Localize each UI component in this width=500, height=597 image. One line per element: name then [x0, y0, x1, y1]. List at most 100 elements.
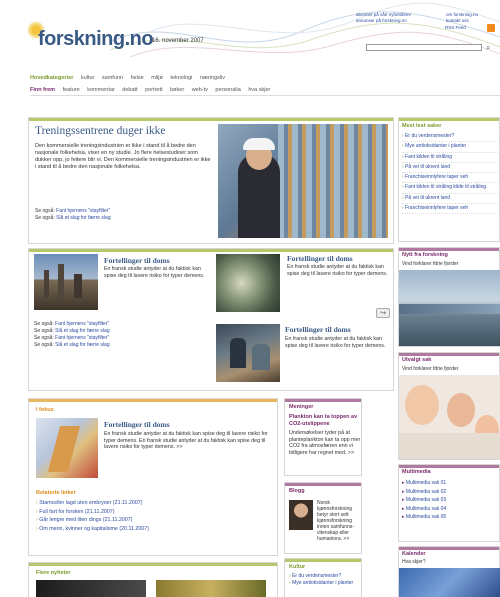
main-categories-nav: Hovedkategorier kultur samfunn helse mil… — [30, 73, 500, 84]
featured-story-top-bar — [399, 353, 499, 356]
new-research-top-bar — [399, 248, 499, 251]
see-also-label: Se også: — [34, 335, 54, 341]
new-research-heading: Nytt fra forskning — [402, 252, 448, 258]
nav-item-feature[interactable]: feature — [63, 87, 80, 93]
see-also-link[interactable]: Slå et slag for færre slag — [55, 342, 109, 348]
blog-top-bar — [285, 483, 361, 486]
article-1-photo[interactable] — [34, 254, 98, 310]
more-news-photo-2[interactable] — [156, 580, 266, 597]
more-news-photo-1[interactable] — [36, 580, 146, 597]
nav-main-categories-label: Hovedkategorier — [30, 75, 74, 81]
header-links-right: om forskning.no kontakt oss — [446, 12, 478, 24]
see-also-link[interactable]: Slå et slag for færre slag — [56, 215, 110, 221]
article-1-title[interactable]: Fortellinger til doms — [104, 256, 170, 265]
article-3-photo[interactable] — [216, 324, 280, 382]
see-also-link[interactable]: Slå et slag for færre slag — [55, 328, 109, 334]
rss-link[interactable]: RSS Feed — [445, 25, 466, 30]
focus-title[interactable]: Fortellinger til doms — [104, 420, 170, 429]
nav-item-web-tv[interactable]: web-tv — [192, 87, 208, 93]
nav-item-samfunn[interactable]: samfunn — [102, 75, 123, 81]
see-also-label: Se også: — [35, 215, 55, 221]
advertise-link[interactable]: annonser på forskning.no — [356, 18, 411, 24]
article-2-title[interactable]: Fortellinger til doms — [287, 254, 353, 263]
article-2-photo[interactable] — [216, 254, 280, 312]
related-link[interactable]: Om menn, kvinner og kapitalisme (20.11.2… — [36, 525, 149, 534]
culture-list: Er du verdensmester? Mye antioksidanter … — [289, 573, 353, 587]
multimedia-item[interactable]: Multimedia sak 03 — [402, 496, 446, 505]
nav-item-teknologi[interactable]: teknologi — [170, 75, 192, 81]
nav-item-personalia[interactable]: personalia — [215, 87, 240, 93]
culture-item[interactable]: Er du verdensmester? — [289, 573, 353, 580]
related-link[interactable]: Stamceller lagd uten embryoer (21.11.200… — [36, 499, 149, 508]
nav-item-portrett[interactable]: portrett — [145, 87, 162, 93]
search-icon[interactable]: ⌕ — [486, 43, 490, 53]
focus-heading: I fokus — [36, 407, 54, 413]
multimedia-list: Multimedia sak 01 Multimedia sak 02 Mult… — [402, 479, 446, 522]
blog-author-avatar[interactable] — [289, 500, 313, 530]
contact-link[interactable]: kontakt oss — [446, 18, 478, 24]
nav-item-helse[interactable]: helse — [131, 75, 144, 81]
calendar-heading: Kalender — [402, 551, 426, 557]
new-research-photo[interactable] — [399, 270, 500, 346]
share-icon[interactable]: ↪ — [376, 308, 390, 318]
related-links-list: Stamceller lagd uten embryoer (21.11.200… — [36, 499, 149, 533]
rss-icon[interactable] — [487, 24, 495, 32]
header-swirl-graphic — [110, 2, 500, 58]
most-read-list: Er du verdensmester? Mye antioksidanter … — [402, 132, 500, 215]
nav-item-naeringsliv[interactable]: næringsliv — [200, 75, 225, 81]
most-read-top-bar — [399, 118, 499, 121]
blog-heading: Blogg — [289, 488, 305, 494]
most-read-item[interactable]: Fant kilden til stråling kilde til strål… — [402, 183, 500, 194]
page: forskning.no 16. november 2007 abonner p… — [0, 0, 500, 597]
nav-item-kultur[interactable]: kultur — [81, 75, 94, 81]
see-also-link[interactable]: Fant hjernens "stayfilter" — [55, 335, 109, 341]
culture-item[interactable]: Mye antioksidanter i planter — [289, 580, 353, 587]
article-3-title[interactable]: Fortellinger til doms — [285, 325, 351, 334]
see-also-label: Se også: — [35, 208, 55, 214]
nav-item-hva-skjer[interactable]: hva skjer — [248, 87, 270, 93]
search-input[interactable] — [366, 44, 482, 51]
featured-story-photo[interactable] — [399, 375, 500, 459]
nav-item-debatt[interactable]: debatt — [122, 87, 137, 93]
focus-text: En fransk studie antyder at du faktisk k… — [104, 431, 268, 450]
related-link[interactable]: Går lengre med liten dings (21.11.2007) — [36, 516, 149, 525]
multimedia-item[interactable]: Multimedia sak 05 — [402, 513, 446, 522]
new-research-subtitle[interactable]: Vind forklarer fdrie fjorder — [402, 261, 458, 267]
lead-photo[interactable] — [218, 124, 388, 238]
calendar-top-bar — [399, 547, 499, 550]
lead-photo-helmet — [243, 138, 275, 150]
multimedia-item[interactable]: Multimedia sak 01 — [402, 479, 446, 488]
calendar-photo[interactable] — [399, 568, 500, 597]
calendar-subtitle[interactable]: Hva skjer? — [402, 559, 426, 565]
nav-find-label: Finn frem — [30, 87, 56, 93]
site-logo[interactable]: forskning.no — [38, 28, 154, 51]
related-link[interactable]: Full fart for forsken (21.11.2007) — [36, 508, 149, 517]
most-read-item[interactable]: Mye antioksidanter i planter — [402, 142, 500, 153]
nav-item-kommentar[interactable]: kommentar — [87, 87, 115, 93]
most-read-item[interactable]: På vei til ukrent land — [402, 163, 500, 174]
most-read-item[interactable]: Franchiseinnlyfere taper seh — [402, 173, 500, 184]
multimedia-item[interactable]: Multimedia sak 04 — [402, 505, 446, 514]
article-1-text: En fransk studie antyder at du faktisk k… — [104, 266, 205, 279]
more-news-heading: Flere nyheter — [36, 570, 71, 576]
focus-photo[interactable] — [36, 418, 98, 478]
see-also-link[interactable]: Fant hjernens "stayfilter" — [55, 321, 109, 327]
featured-story-subtitle[interactable]: Vind forklarer fdrie fjorder — [402, 366, 458, 372]
lead-top-bar — [29, 118, 393, 121]
lead-headline[interactable]: Treningssentrene duger ikke — [35, 125, 166, 137]
focus-top-bar — [29, 399, 277, 402]
most-read-item[interactable]: Franchiseinnlyfere taper seh — [402, 204, 500, 215]
culture-heading: Kultur — [289, 564, 306, 570]
articles-top-bar — [29, 249, 393, 252]
most-read-item[interactable]: Er du verdensmester? — [402, 132, 500, 143]
article-1-see-also: Se også: Fant hjernens "stayfilter" Se o… — [34, 321, 110, 349]
nav-item-miljo[interactable]: miljø — [151, 75, 163, 81]
see-also-label: Se også: — [34, 321, 54, 327]
most-read-item[interactable]: Fant kilden til stråling — [402, 153, 500, 163]
opinion-title[interactable]: Plankton kan ta toppen av CO2-utslippene — [289, 414, 361, 428]
more-news-top-bar — [29, 563, 277, 566]
nav-item-boker[interactable]: bøker — [170, 87, 184, 93]
multimedia-item[interactable]: Multimedia sak 02 — [402, 488, 446, 497]
see-also-link[interactable]: Fant hjernens "stayfilter" — [56, 208, 110, 214]
most-read-item[interactable]: På vei til ukrent land — [402, 194, 500, 205]
